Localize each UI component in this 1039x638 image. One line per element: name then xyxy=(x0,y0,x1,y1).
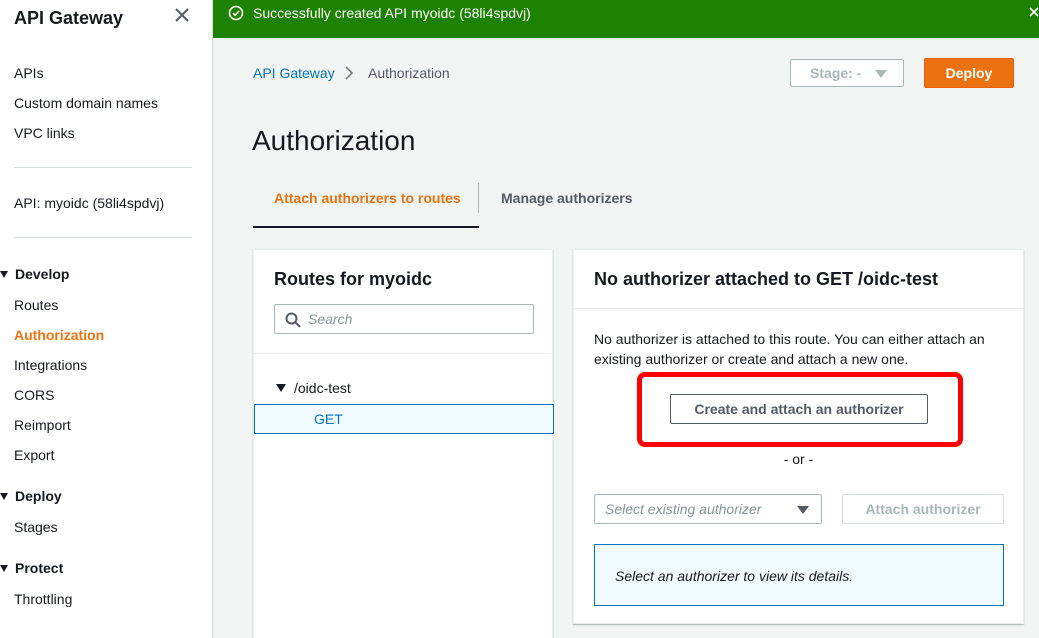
sidebar-item-integrations[interactable]: Integrations xyxy=(14,357,87,373)
sidebar-item-vpc-links[interactable]: VPC links xyxy=(14,125,75,141)
sidebar-section-protect[interactable]: Protect xyxy=(0,560,63,576)
caret-down-icon xyxy=(0,492,8,500)
success-flash-banner: Successfully created API myoidc (58li4sp… xyxy=(213,0,1039,38)
sidebar-item-cors[interactable]: CORS xyxy=(14,387,54,403)
routes-divider xyxy=(254,353,552,354)
details-hint: Select an authorizer to view its details… xyxy=(615,568,854,584)
caret-down-icon xyxy=(276,384,286,393)
active-tab-underline xyxy=(253,226,479,228)
select-placeholder: Select existing authorizer xyxy=(605,501,762,517)
authorizer-panel: No authorizer attached to GET /oidc-test… xyxy=(573,249,1024,624)
breadcrumb-api-gateway[interactable]: API Gateway xyxy=(253,65,335,81)
create-and-attach-authorizer-button[interactable]: Create and attach an authorizer xyxy=(670,394,928,424)
sidebar-section-label: Deploy xyxy=(15,488,62,504)
chevron-right-icon xyxy=(345,66,354,80)
caret-down-icon xyxy=(0,270,8,278)
sidebar-section-label: Develop xyxy=(15,266,70,282)
tab-divider xyxy=(478,183,479,213)
sidebar-item-authorization[interactable]: Authorization xyxy=(14,327,104,343)
routes-panel-title: Routes for myoidc xyxy=(274,269,433,289)
stage-select[interactable]: Stage: - xyxy=(790,59,904,87)
caret-down-icon xyxy=(0,564,8,572)
sidebar-divider xyxy=(14,167,192,168)
sidebar-item-throttling[interactable]: Throttling xyxy=(14,591,72,607)
sidebar-item-export[interactable]: Export xyxy=(14,447,54,463)
sidebar-section-deploy[interactable]: Deploy xyxy=(0,488,62,504)
authorizer-divider xyxy=(574,308,1023,309)
authorizer-description: No authorizer is attached to this route.… xyxy=(594,331,985,367)
search-icon xyxy=(285,312,301,328)
tab-attach-authorizers[interactable]: Attach authorizers to routes xyxy=(274,190,461,206)
sidebar-item-stages[interactable]: Stages xyxy=(14,519,58,535)
route-path: /oidc-test xyxy=(294,380,351,396)
flash-message: Successfully created API myoidc (58li4sp… xyxy=(253,5,531,21)
stage-select-label: Stage: - xyxy=(810,65,862,81)
close-icon[interactable] xyxy=(1029,5,1039,21)
sidebar-section-develop[interactable]: Develop xyxy=(0,266,69,282)
attach-authorizer-button[interactable]: Attach authorizer xyxy=(842,494,1004,524)
sidebar-divider xyxy=(14,237,192,238)
sidebar-item-routes[interactable]: Routes xyxy=(14,297,58,313)
deploy-button[interactable]: Deploy xyxy=(924,58,1014,88)
sidebar-section-label: Protect xyxy=(15,560,64,576)
sidebar-api-label[interactable]: API: myoidc (58li4spdvj) xyxy=(14,195,164,211)
route-tree-node[interactable]: /oidc-test xyxy=(276,380,351,396)
or-separator: - or - xyxy=(783,451,814,467)
check-circle-icon xyxy=(228,5,244,21)
sidebar-item-custom-domain-names[interactable]: Custom domain names xyxy=(14,95,158,111)
routes-panel: Routes for myoidc /oidc-test GET xyxy=(253,249,554,638)
sidebar-title: API Gateway xyxy=(14,8,124,28)
sidebar-item-reimport[interactable]: Reimport xyxy=(14,417,71,433)
authorizer-panel-title: No authorizer attached to GET /oidc-test xyxy=(594,269,939,289)
close-icon[interactable] xyxy=(172,5,192,25)
existing-authorizer-select[interactable]: Select existing authorizer xyxy=(594,494,822,524)
route-method-get[interactable]: GET xyxy=(254,404,554,434)
breadcrumb-current: Authorization xyxy=(368,65,450,81)
sidebar-item-apis[interactable]: APIs xyxy=(14,65,44,81)
page-title: Authorization xyxy=(252,125,416,156)
sidebar: API Gateway APIs Custom domain names VPC… xyxy=(0,0,213,638)
routes-search-box[interactable] xyxy=(274,304,534,334)
caret-down-icon xyxy=(797,506,809,514)
routes-search-input[interactable] xyxy=(308,307,528,331)
tab-manage-authorizers[interactable]: Manage authorizers xyxy=(501,190,632,206)
caret-down-icon xyxy=(875,70,887,78)
route-method-label: GET xyxy=(314,411,343,427)
authorizer-details-box: Select an authorizer to view its details… xyxy=(594,544,1004,606)
